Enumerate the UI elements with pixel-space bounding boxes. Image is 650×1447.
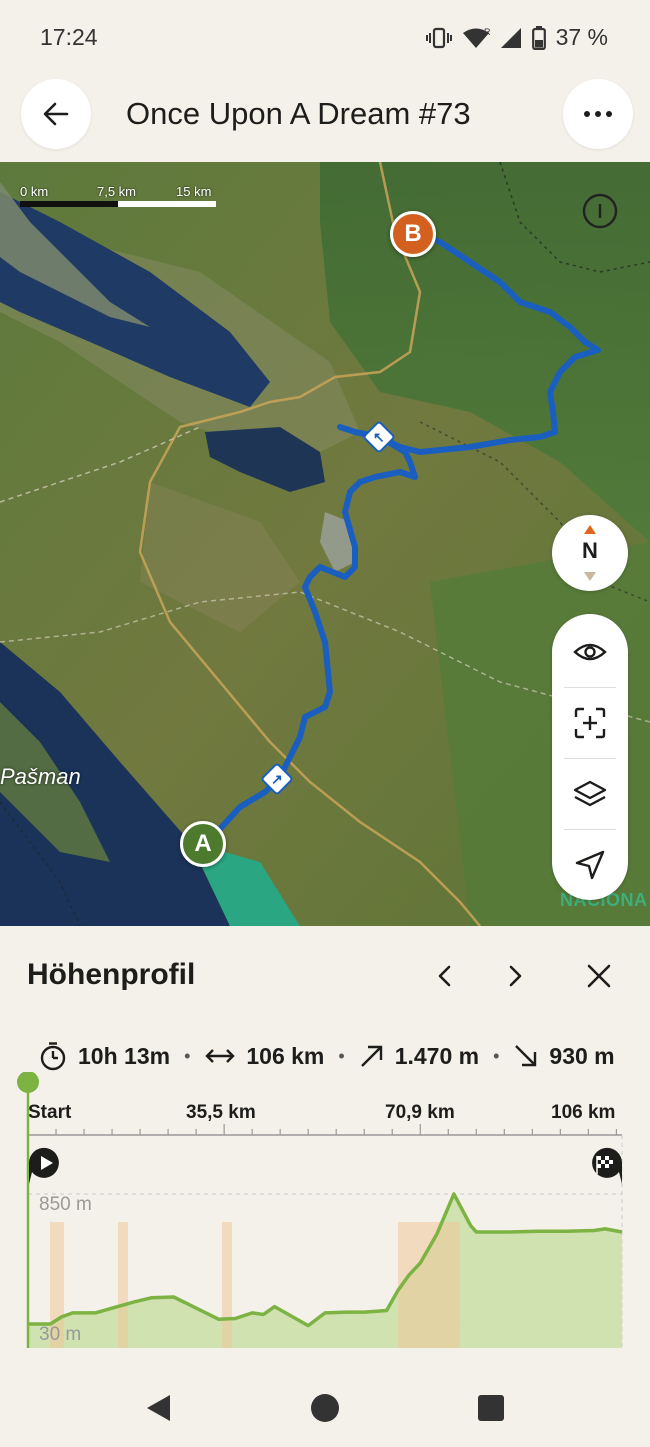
battery-percent: 37 % [555, 24, 608, 50]
play-start-icon [29, 1147, 59, 1184]
ascent-arrow-icon [360, 1045, 382, 1067]
finish-flag-icon [592, 1147, 622, 1184]
elevation-max-label: 850 m [39, 1194, 92, 1215]
navigation-arrow-icon [575, 850, 605, 880]
map-layers-button[interactable] [552, 759, 628, 829]
map-info-icon[interactable] [582, 193, 618, 229]
wifi-icon: R [462, 27, 490, 48]
direction-arrow-icon: ↖ [373, 428, 385, 445]
steep-segment [118, 1222, 128, 1348]
system-back-button[interactable] [138, 1388, 178, 1428]
scale-label-end: 15 km [176, 184, 212, 199]
vibrate-icon [425, 27, 452, 48]
scale-label-0: 0 km [20, 184, 49, 199]
route-map[interactable]: 0 km 7,5 km 15 km B A ↖ ↗ Pašman NACIONA… [0, 162, 650, 926]
scale-label-mid: 7,5 km [97, 184, 137, 199]
system-recents-button[interactable] [471, 1388, 511, 1428]
steep-segment [222, 1222, 232, 1348]
recents-square-icon [478, 1395, 504, 1421]
scale-segment-dark [20, 201, 118, 207]
app-screen: 17:24 R 37 % Once Upon A Dream #73 0 km … [0, 0, 650, 1447]
panel-title: Höhenprofil [27, 958, 196, 991]
page-title: Once Upon A Dream #73 [126, 96, 471, 131]
previous-button[interactable] [425, 956, 465, 996]
stat-separator: • [338, 1045, 345, 1066]
back-triangle-icon [147, 1395, 170, 1421]
compass-button[interactable]: N [552, 515, 628, 591]
route-end-marker[interactable]: B [390, 211, 436, 257]
svg-text:R: R [484, 27, 490, 37]
stat-ascent: 1.470 m [359, 1043, 479, 1070]
elevation-min-label: 30 m [39, 1324, 82, 1345]
chevron-right-icon [509, 965, 522, 987]
locate-me-button[interactable] [552, 830, 628, 900]
status-icons: R 37 % [425, 24, 608, 51]
stopwatch-icon [40, 1042, 66, 1071]
stat-separator: • [184, 1045, 191, 1066]
stat-separator: • [493, 1045, 500, 1066]
compass-label: N [582, 538, 598, 563]
top-app-bar: Once Upon A Dream #73 [0, 76, 650, 162]
visibility-button[interactable] [552, 617, 628, 687]
elevation-area [28, 1194, 622, 1348]
back-button[interactable] [21, 79, 91, 149]
home-circle-icon [311, 1394, 339, 1422]
status-bar: 17:24 R 37 % [0, 0, 650, 76]
steep-segment [398, 1222, 460, 1348]
more-horizontal-icon [584, 111, 612, 117]
system-home-button[interactable] [305, 1388, 345, 1428]
map-tools [552, 614, 628, 900]
stat-duration: 10h 13m [38, 1041, 170, 1071]
route-start-marker[interactable]: A [180, 821, 226, 867]
map-scale-bar: 0 km 7,5 km 15 km [20, 184, 216, 210]
status-time: 17:24 [40, 24, 98, 50]
position-handle[interactable] [17, 1072, 39, 1093]
close-icon [587, 964, 611, 988]
eye-icon [573, 643, 607, 661]
stat-distance: 106 km [204, 1043, 324, 1070]
distance-axis-ticks [27, 1124, 617, 1135]
focus-route-button[interactable] [552, 688, 628, 758]
signal-icon [500, 27, 521, 48]
descent-arrow-icon [515, 1045, 537, 1067]
more-options-button[interactable] [563, 79, 633, 149]
stat-descent-value: 930 m [549, 1042, 615, 1069]
close-panel-button[interactable] [579, 956, 619, 996]
stat-ascent-value: 1.470 m [394, 1042, 480, 1069]
focus-plus-icon [574, 707, 606, 739]
stat-distance-value: 106 km [246, 1042, 325, 1069]
next-button[interactable] [495, 956, 535, 996]
stat-duration-value: 10h 13m [78, 1042, 171, 1069]
system-navigation-bar [0, 1366, 650, 1447]
arrow-left-icon [43, 102, 69, 126]
layers-icon [573, 780, 607, 807]
stat-descent: 930 m [513, 1042, 615, 1070]
tour-stats: 10h 13m • 106 km • 1.470 m • 930 m [38, 1038, 650, 1074]
scale-segment-light [118, 201, 216, 207]
chevron-left-icon [438, 965, 451, 987]
direction-arrow-icon: ↗ [271, 770, 283, 787]
elevation-panel: Höhenprofil 10h 13m • 106 km • 1.470 m •… [0, 926, 650, 1366]
distance-arrows-icon [205, 1049, 236, 1063]
map-place-label: Pašman [0, 764, 81, 789]
battery-icon [531, 25, 546, 50]
elevation-profile-chart[interactable]: Start 35,5 km 70,9 km 106 km 850 m 30 m [0, 1072, 650, 1348]
elevation-profile-plot [17, 1072, 623, 1348]
